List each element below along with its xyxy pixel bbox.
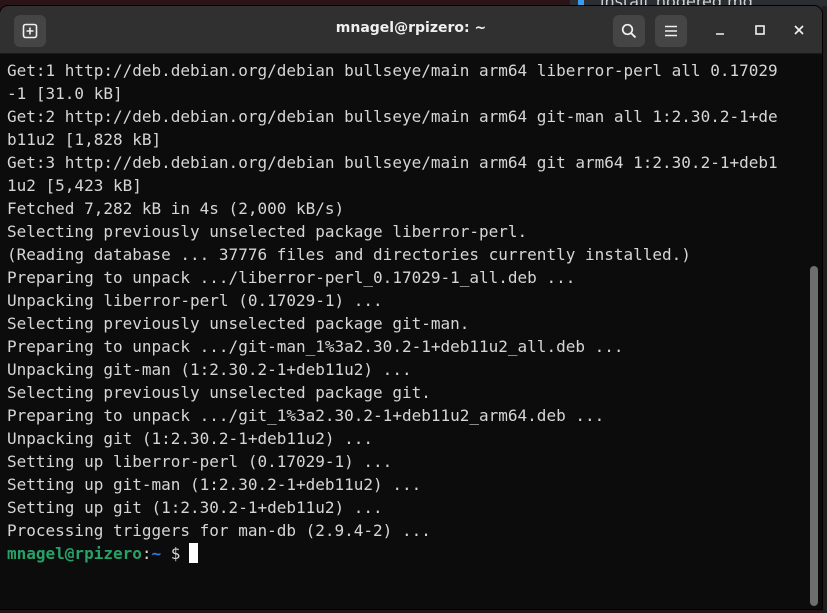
terminal-line: Selecting previously unselected package …	[7, 383, 431, 402]
terminal-line: Processing triggers for man-db (2.9.4-2)…	[7, 521, 431, 540]
terminal-line: Preparing to unpack .../liberror-perl_0.…	[7, 268, 576, 287]
window-edge	[822, 6, 827, 613]
minimize-button[interactable]	[708, 18, 732, 42]
terminal-line: Preparing to unpack .../git_1%3a2.30.2-1…	[7, 406, 605, 425]
shell-prompt: mnagel@rpizero:~ $	[7, 542, 778, 565]
terminal-lines: Get:1 http://deb.debian.org/debian bulls…	[7, 59, 778, 565]
terminal-line: Get:2 http://deb.debian.org/debian bulls…	[7, 107, 778, 126]
scrollbar-thumb[interactable]	[810, 266, 818, 606]
terminal-line: 1u2 [5,423 kB]	[7, 176, 142, 195]
scrollbar[interactable]	[806, 54, 822, 609]
terminal-line: Setting up liberror-perl (0.17029-1) ...	[7, 452, 393, 471]
terminal-line: Selecting previously unselected package …	[7, 314, 470, 333]
close-icon	[794, 25, 804, 35]
window-title: mnagel@rpizero: ~	[335, 20, 487, 36]
prompt-path: ~	[151, 544, 162, 563]
terminal-line: Unpacking git (1:2.30.2-1+deb11u2) ...	[7, 429, 374, 448]
prompt-user-host: mnagel@rpizero	[7, 544, 142, 563]
terminal-line: Selecting previously unselected package …	[7, 222, 528, 241]
close-button[interactable]	[787, 18, 811, 42]
search-icon	[621, 23, 637, 39]
prompt-separator: :	[141, 544, 152, 563]
maximize-icon	[755, 25, 765, 35]
terminal-line: Setting up git (1:2.30.2-1+deb11u2) ...	[7, 498, 383, 517]
title-bar: mnagel@rpizero: ~	[0, 6, 822, 54]
prompt-symbol: $	[161, 544, 181, 563]
menu-button[interactable]	[655, 15, 687, 47]
terminal-line: Unpacking git-man (1:2.30.2-1+deb11u2) .…	[7, 360, 412, 379]
text-cursor	[189, 543, 199, 563]
minimize-icon	[716, 33, 724, 35]
terminal-line: Get:1 http://deb.debian.org/debian bulls…	[7, 61, 778, 80]
terminal-line: (Reading database ... 37776 files and di…	[7, 245, 691, 264]
terminal-line: Get:3 http://deb.debian.org/debian bulls…	[7, 153, 778, 172]
terminal-line: Fetched 7,282 kB in 4s (2,000 kB/s)	[7, 199, 345, 218]
terminal-line: b11u2 [1,828 kB]	[7, 130, 162, 149]
terminal-line: Preparing to unpack .../git-man_1%3a2.30…	[7, 337, 624, 356]
search-button[interactable]	[613, 15, 645, 47]
terminal-line: Unpacking liberror-perl (0.17029-1) ...	[7, 291, 383, 310]
terminal-line: Setting up git-man (1:2.30.2-1+deb11u2) …	[7, 475, 422, 494]
terminal-output-area[interactable]: Get:1 http://deb.debian.org/debian bulls…	[0, 54, 806, 609]
maximize-button[interactable]	[748, 18, 772, 42]
hamburger-menu-icon	[665, 25, 677, 37]
terminal-line: -1 [31.0 kB]	[7, 84, 123, 103]
terminal-window: mnagel@rpizero: ~ Get:1 http://deb.debia…	[0, 6, 822, 609]
